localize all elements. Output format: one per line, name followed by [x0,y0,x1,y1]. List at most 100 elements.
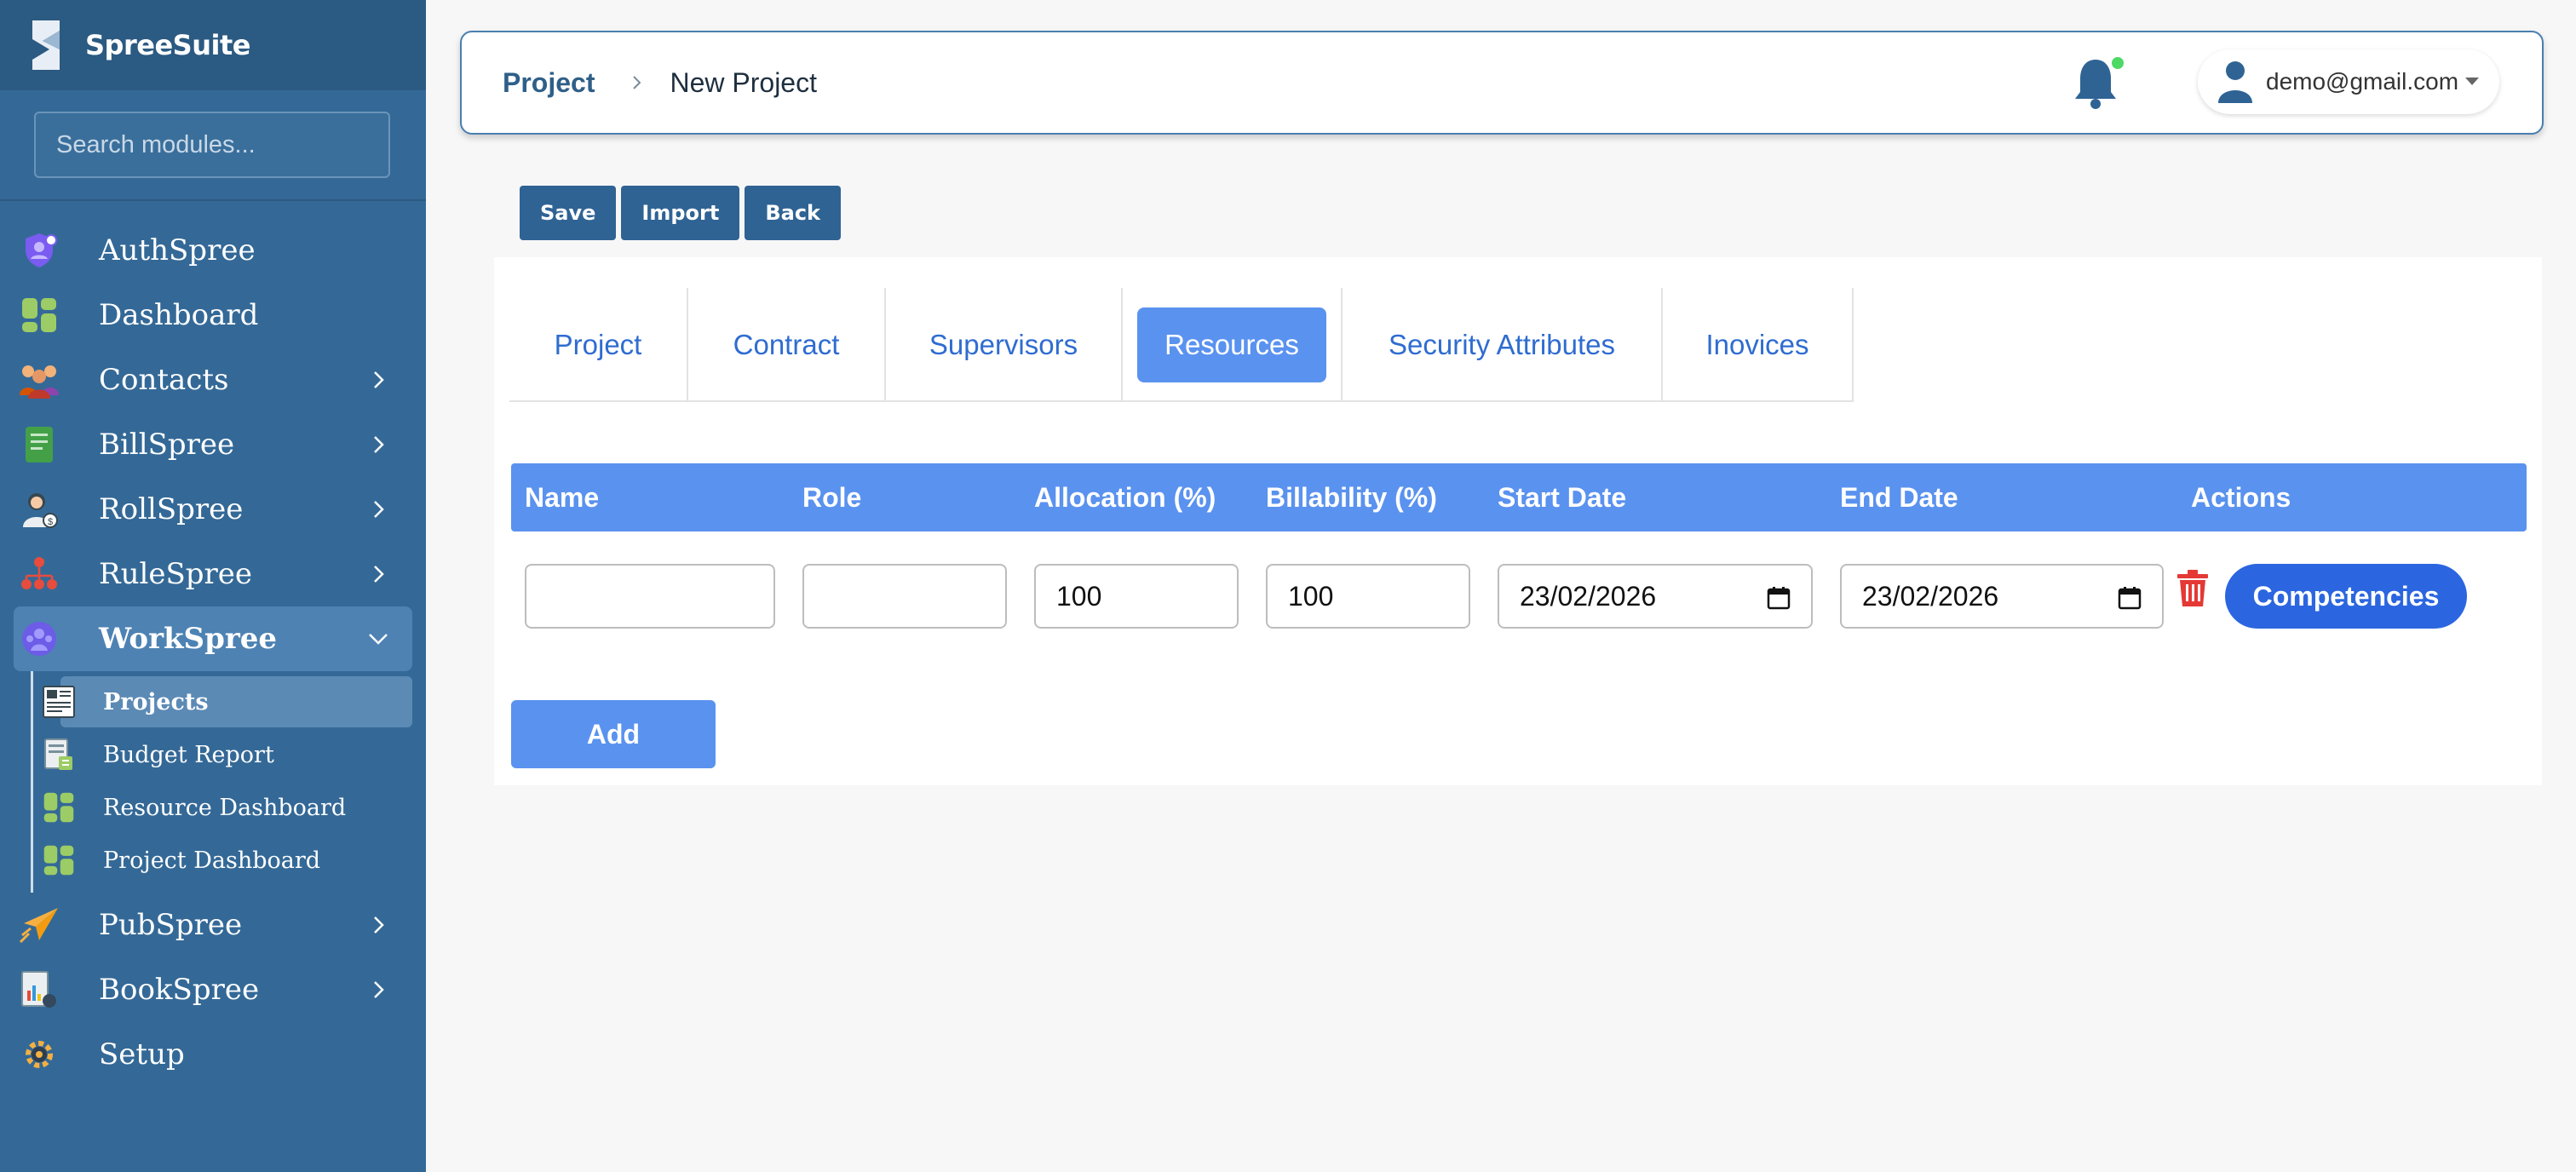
tab-invoices[interactable]: Inovices [1663,288,1854,402]
sidebar-item-rollspree[interactable]: $ RollSpree [14,477,412,542]
tab-label: Resources [1137,307,1326,382]
sidebar-subitem-label: Resource Dashboard [103,794,347,821]
project-form-card: Project Contract Supervisors Resources S… [494,257,2542,785]
resource-name-input[interactable] [525,564,775,629]
sidebar-item-rulespree[interactable]: RuleSpree [14,542,412,606]
invoice-icon [15,421,63,468]
gear-icon [15,1031,63,1078]
table-row: 100 100 23/02/2026 23/02/2026 Competenci… [511,562,2527,630]
sidebar-subitem-resource-dashboard[interactable]: Resource Dashboard [43,782,412,833]
form-toolbar: Save Import Back [520,186,842,240]
sidebar-item-workspree[interactable]: WorkSpree [14,606,412,671]
sidebar-item-label: BookSpree [99,973,260,1007]
sidebar-item-authspree[interactable]: AuthSpree [14,218,412,283]
search-input[interactable] [56,130,377,159]
calendar-icon[interactable] [1767,586,1791,610]
tab-supervisors[interactable]: Supervisors [886,288,1123,402]
tab-security-attributes[interactable]: Security Attributes [1343,288,1663,402]
chevron-right-icon [374,371,384,388]
column-header-role: Role [802,481,862,513]
sidebar-item-label: PubSpree [99,908,243,942]
sidebar-nav: AuthSpree Dashboard Contacts BillSpree $ [0,201,426,1087]
svg-text:$: $ [48,517,53,527]
budget-sheet-icon [40,736,78,773]
chevron-right-icon [374,501,384,518]
save-button[interactable]: Save [520,186,617,240]
chevron-right-icon [374,981,384,998]
sidebar-item-contacts[interactable]: Contacts [14,348,412,412]
people-group-icon [15,356,63,404]
sidebar-item-label: Setup [99,1037,185,1071]
sidebar-item-label: Contacts [99,363,229,397]
sidebar: SpreeSuite AuthSpree Dashboard Contacts [0,0,426,1172]
top-header: Project New Project demo@gmail.com [460,31,2544,135]
bell-icon [2075,57,2124,109]
tab-label: Inovices [1705,329,1809,360]
resource-role-input[interactable] [802,564,1007,629]
start-date-value: 23/02/2026 [1520,580,1657,612]
end-date-input[interactable]: 23/02/2026 [1840,564,2164,629]
breadcrumb-root-link[interactable]: Project [503,67,595,99]
user-avatar-icon [2218,61,2252,103]
billability-input[interactable]: 100 [1266,564,1470,629]
sidebar-item-pubspree[interactable]: PubSpree [14,893,412,957]
breadcrumb: Project New Project [503,32,817,133]
sidebar-subitem-label: Budget Report [103,741,274,768]
user-email: demo@gmail.com [2266,68,2459,95]
chevron-down-icon [369,634,388,645]
workspree-subnav: Projects Budget Report Resource Dashboar… [31,671,426,893]
payroll-user-icon: $ [15,485,63,533]
column-header-end-date: End Date [1840,481,1958,513]
project-tabs: Project Contract Supervisors Resources S… [509,288,1854,402]
dashboard-grid-icon [15,291,63,339]
column-header-actions: Actions [2191,481,2291,513]
chevron-right-icon [633,76,641,89]
sidebar-item-billspree[interactable]: BillSpree [14,412,412,477]
sidebar-item-dashboard[interactable]: Dashboard [14,283,412,348]
breadcrumb-current: New Project [670,66,817,98]
sidebar-item-setup[interactable]: Setup [14,1022,412,1087]
user-menu-button[interactable]: demo@gmail.com [2198,49,2499,114]
spreesuite-logo-icon [32,20,60,70]
end-date-value: 23/02/2026 [1862,580,1999,612]
brand-bar: SpreeSuite [0,0,426,90]
resources-table-header: Name Role Allocation (%) Billability (%)… [511,463,2527,531]
tab-project[interactable]: Project [509,288,688,402]
sidebar-subitem-label: Projects [103,688,209,715]
dashboard-grid-icon [40,842,78,879]
back-button[interactable]: Back [745,186,842,240]
caret-down-icon [2465,78,2480,85]
sidebar-item-label: BillSpree [99,428,235,462]
sidebar-subitem-projects[interactable]: Projects [43,676,412,727]
notifications-button[interactable] [2068,55,2128,114]
dashboard-grid-icon [40,789,78,826]
tab-label: Project [554,329,642,360]
shield-user-icon [15,227,63,274]
sidebar-search [0,90,426,201]
brand-name: SpreeSuite [85,29,250,61]
sidebar-item-bookspree[interactable]: BookSpree [14,957,412,1022]
tab-contract[interactable]: Contract [688,288,886,402]
trash-icon[interactable] [2176,569,2210,608]
tab-resources[interactable]: Resources [1123,288,1343,402]
calendar-icon[interactable] [2118,586,2142,610]
allocation-input[interactable]: 100 [1034,564,1239,629]
tab-label: Security Attributes [1389,329,1615,360]
chevron-right-icon [374,436,384,453]
tab-label: Contract [733,329,840,360]
add-resource-button[interactable]: Add [511,700,716,768]
column-header-billability: Billability (%) [1266,481,1437,513]
sidebar-subitem-project-dashboard[interactable]: Project Dashboard [43,835,412,886]
org-hierarchy-icon [15,550,63,598]
sidebar-item-label: AuthSpree [99,233,256,267]
sidebar-subitem-label: Project Dashboard [103,847,321,874]
paper-plane-icon [15,901,63,949]
import-button[interactable]: Import [621,186,740,240]
start-date-input[interactable]: 23/02/2026 [1498,564,1813,629]
competencies-button[interactable]: Competencies [2225,564,2467,629]
search-box [34,112,390,178]
sidebar-subitem-budget-report[interactable]: Budget Report [44,729,412,780]
column-header-start-date: Start Date [1498,481,1627,513]
sidebar-item-label: RuleSpree [99,557,253,591]
sidebar-item-label: RollSpree [99,492,244,526]
